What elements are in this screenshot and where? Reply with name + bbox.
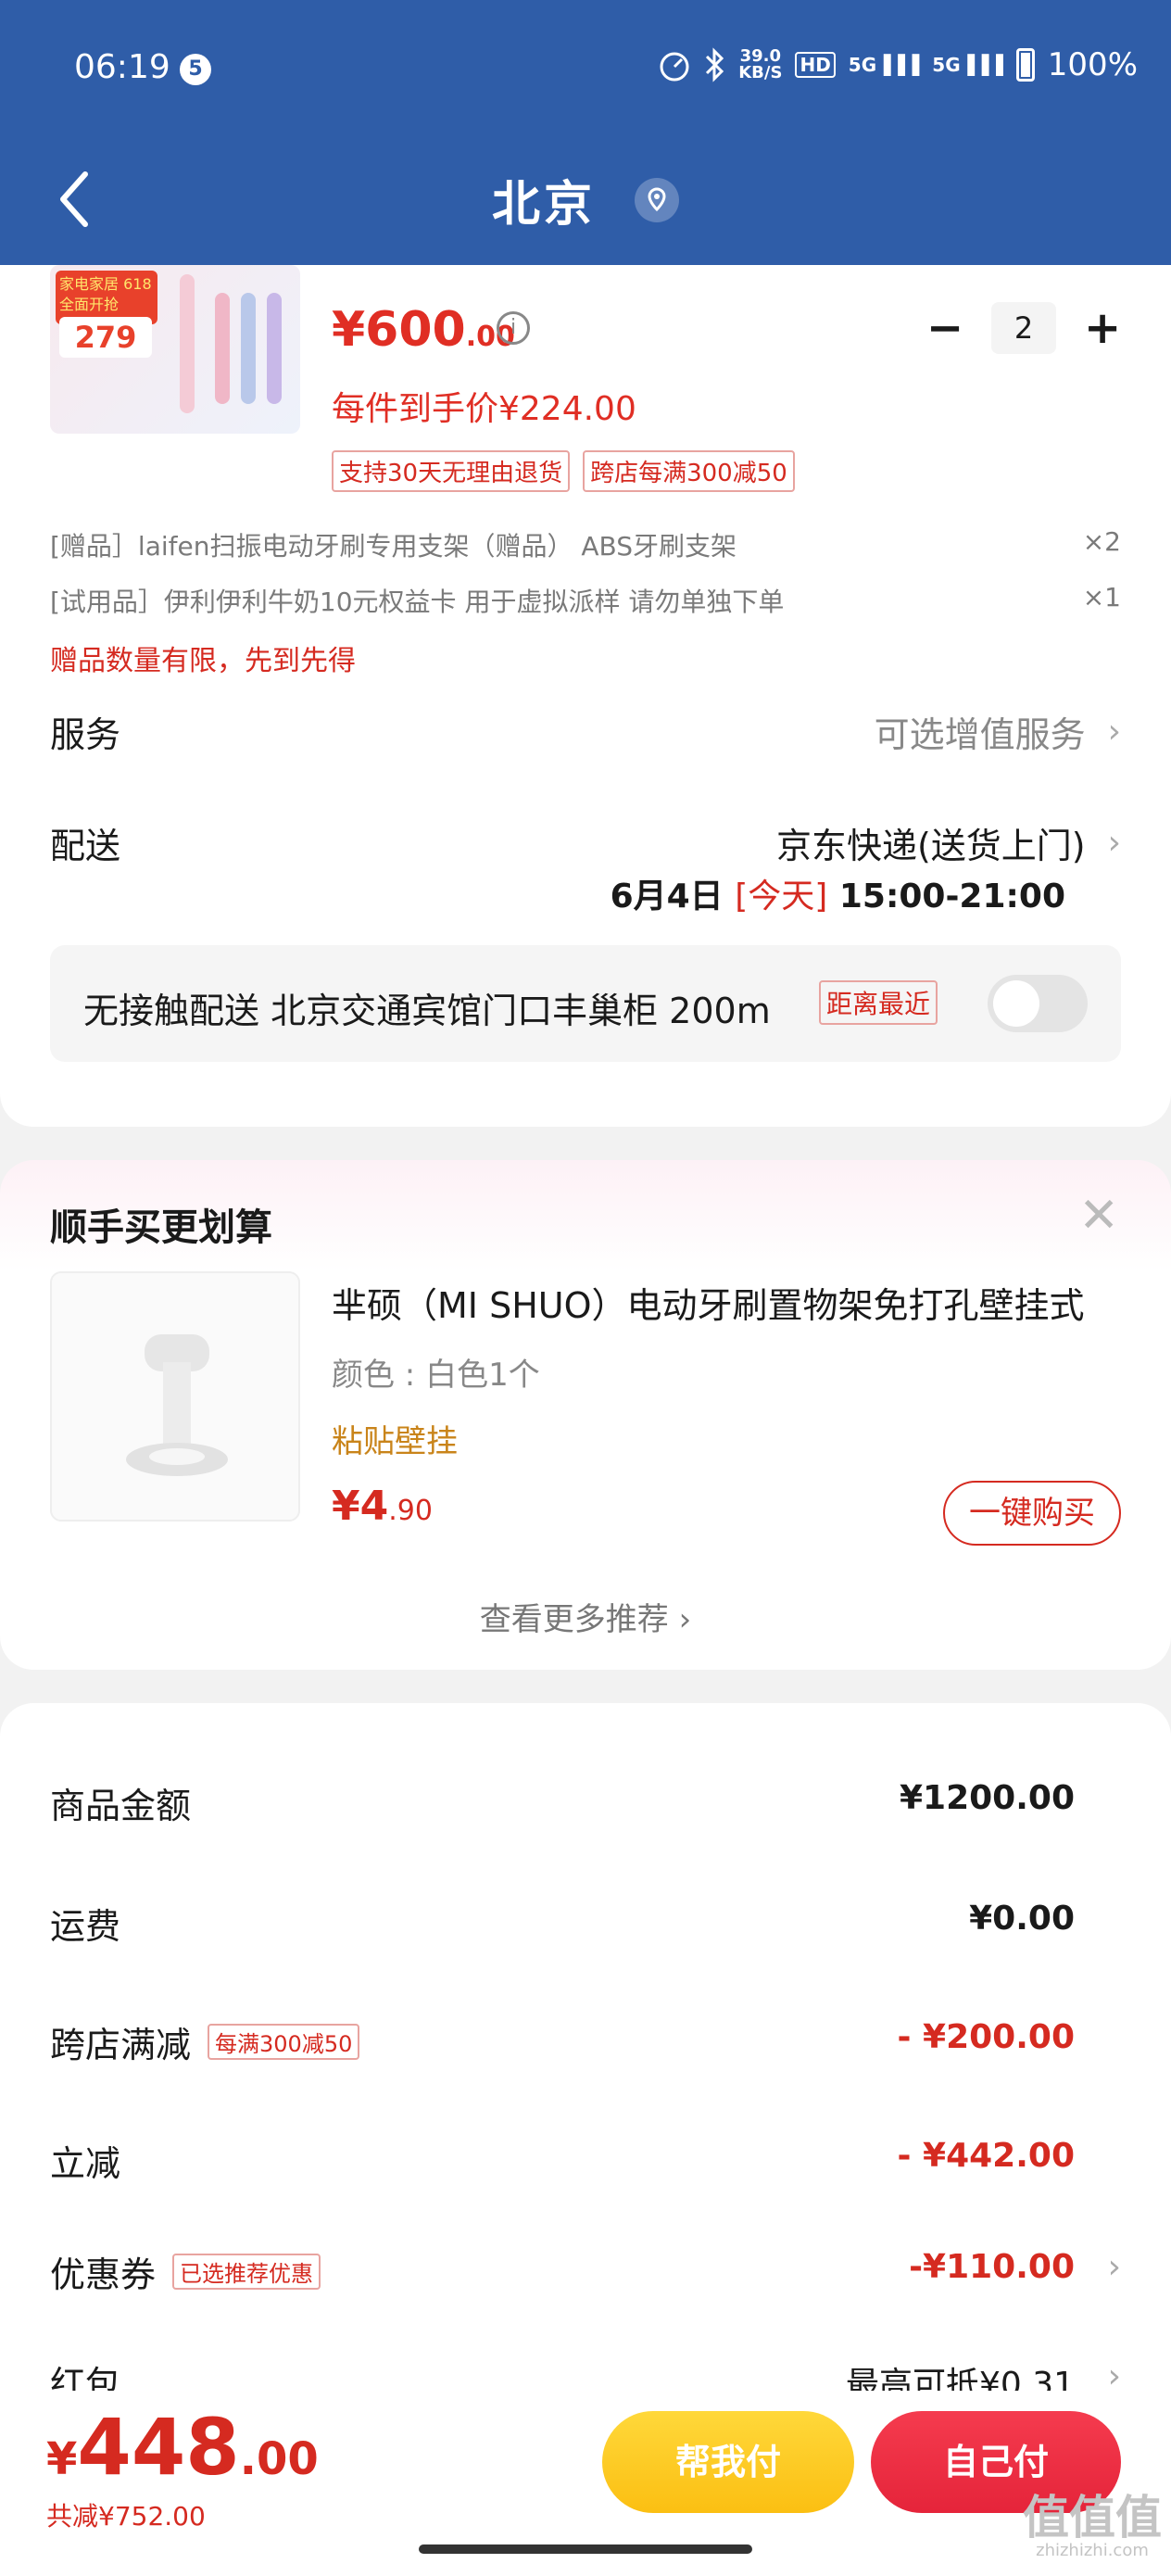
notification-badge: 5 xyxy=(180,54,211,85)
nearest-badge: 距离最近 xyxy=(819,980,938,1025)
help-me-pay-button[interactable]: 帮我付 xyxy=(602,2411,854,2513)
recommend-title: 顺手买更划算 xyxy=(50,1206,272,1249)
see-more-recommendations[interactable]: 查看更多推荐 › xyxy=(0,1594,1171,1639)
gift-limit-note: 赠品数量有限，先到先得 xyxy=(50,645,356,677)
recommend-spec: 颜色 : 白色1个 xyxy=(332,1357,540,1394)
toothbrush-image xyxy=(267,293,282,404)
watermark-logo: 值值值 zhizhizhi.com xyxy=(1023,2491,1162,2560)
return-policy-tag: 支持30天无理由退货 xyxy=(332,450,571,492)
product-price: ¥600.00 xyxy=(332,302,515,358)
hd-icon: HD xyxy=(795,52,836,78)
order-product-card: 家电家居 618全面开抢 279 ¥600.00 i − 2 + 每件到手价¥2… xyxy=(0,265,1171,1127)
service-label: 服务 xyxy=(50,714,121,755)
toothbrush-image xyxy=(180,274,195,413)
product-thumbnail[interactable]: 家电家居 618全面开抢 279 xyxy=(50,265,300,434)
recommend-mount-type: 粘贴壁挂 xyxy=(332,1423,458,1460)
top-bar: 06:19 5 39.0 KB/S HD 5G▐▐▐ 5G▐▐▐ 100% 北京 xyxy=(0,0,1171,265)
delivery-label: 配送 xyxy=(50,826,121,866)
info-icon[interactable]: i xyxy=(497,311,530,345)
cross-discount-tag: 每满300减50 xyxy=(208,2024,360,2060)
signal-5g-icon: 5G▐▐▐ xyxy=(848,54,920,76)
gift-item: [赠品］laifen扫振电动牙刷专用支架（赠品） ABS牙刷支架 ×2 xyxy=(50,526,1121,562)
recommend-price: ¥4.90 xyxy=(332,1483,433,1530)
trial-item: [试用品］伊利伊利牛奶10元权益卡 用于虚拟派样 请勿单独下单 ×1 xyxy=(50,582,1121,617)
total-price: ¥448.00 xyxy=(46,2402,319,2493)
speedometer-icon xyxy=(660,52,689,82)
toothbrush-image xyxy=(241,293,256,404)
network-speed: 39.0 KB/S xyxy=(738,46,783,82)
page-title[interactable]: 北京 xyxy=(0,165,1171,234)
status-icons: 39.0 KB/S HD 5G▐▐▐ 5G▐▐▐ 100% xyxy=(657,46,1138,83)
one-click-buy-button[interactable]: 一键购买 xyxy=(943,1481,1121,1546)
total-saved: 共减¥752.00 xyxy=(46,2501,206,2532)
cross-store-discount-row: 跨店满减 每满300减50 - ¥200.00 xyxy=(50,2018,1075,2065)
delivery-time[interactable]: 6月4日 [今天] 15:00-21:00 xyxy=(611,869,1065,917)
no-contact-delivery: 无接触配送 北京交通宾馆门口丰巢柜 200m 距离最近 xyxy=(50,945,1121,1062)
no-contact-text: 无接触配送 北京交通宾馆门口丰巢柜 200m xyxy=(83,991,771,1031)
instant-discount-row: 立减 - ¥442.00 xyxy=(50,2137,1075,2184)
toothbrush-image xyxy=(215,293,230,404)
unit-price: 每件到手价¥224.00 xyxy=(332,390,636,428)
status-bar: 06:19 5 39.0 KB/S HD 5G▐▐▐ 5G▐▐▐ 100% xyxy=(0,0,1171,139)
status-time: 06:19 xyxy=(74,48,170,86)
goods-amount-row: 商品金额 ¥1200.00 xyxy=(50,1779,1075,1826)
bluetooth-icon xyxy=(706,47,724,82)
coupon-tag: 已选推荐优惠 xyxy=(172,2254,321,2290)
chevron-right-icon: › xyxy=(1107,2248,1121,2286)
close-icon[interactable]: ✕ xyxy=(1078,1188,1119,1244)
signal-5g-2-icon: 5G▐▐▐ xyxy=(932,54,1003,76)
chevron-right-icon: › xyxy=(1107,824,1121,862)
product-tags: 支持30天无理由退货 跨店每满300减50 xyxy=(332,450,795,492)
holder-image xyxy=(126,1334,228,1476)
chevron-right-icon: › xyxy=(1107,713,1121,751)
battery-percent: 100% xyxy=(1047,46,1138,83)
recommend-product-name[interactable]: 芈硕（MI SHUO）电动牙刷置物架免打孔壁挂式 xyxy=(332,1277,1110,1328)
decrease-button[interactable]: − xyxy=(926,302,963,354)
shipping-row: 运费 ¥0.00 xyxy=(50,1900,1075,1947)
service-selector[interactable]: 可选增值服务 › xyxy=(875,706,1121,757)
coupon-row[interactable]: 优惠券 已选推荐优惠 -¥110.00 › xyxy=(50,2246,1121,2302)
battery-icon xyxy=(1015,48,1035,82)
discount-tag: 跨店每满300减50 xyxy=(583,450,795,492)
delivery-selector[interactable]: 京东快递(送货上门) › xyxy=(776,817,1121,868)
location-pin-icon[interactable] xyxy=(635,177,680,222)
no-contact-toggle[interactable] xyxy=(988,975,1088,1032)
increase-button[interactable]: + xyxy=(1084,302,1121,354)
recommendation-card: 顺手买更划算 ✕ 芈硕（MI SHUO）电动牙刷置物架免打孔壁挂式 颜色 : 白… xyxy=(0,1160,1171,1670)
quantity-input[interactable]: 2 xyxy=(991,302,1056,354)
recommend-product-image[interactable] xyxy=(50,1271,300,1522)
chevron-right-icon: › xyxy=(1107,2357,1121,2395)
home-indicator[interactable] xyxy=(419,2544,752,2554)
thumb-price: 279 xyxy=(59,317,152,358)
quantity-stepper: − 2 + xyxy=(926,302,1121,354)
